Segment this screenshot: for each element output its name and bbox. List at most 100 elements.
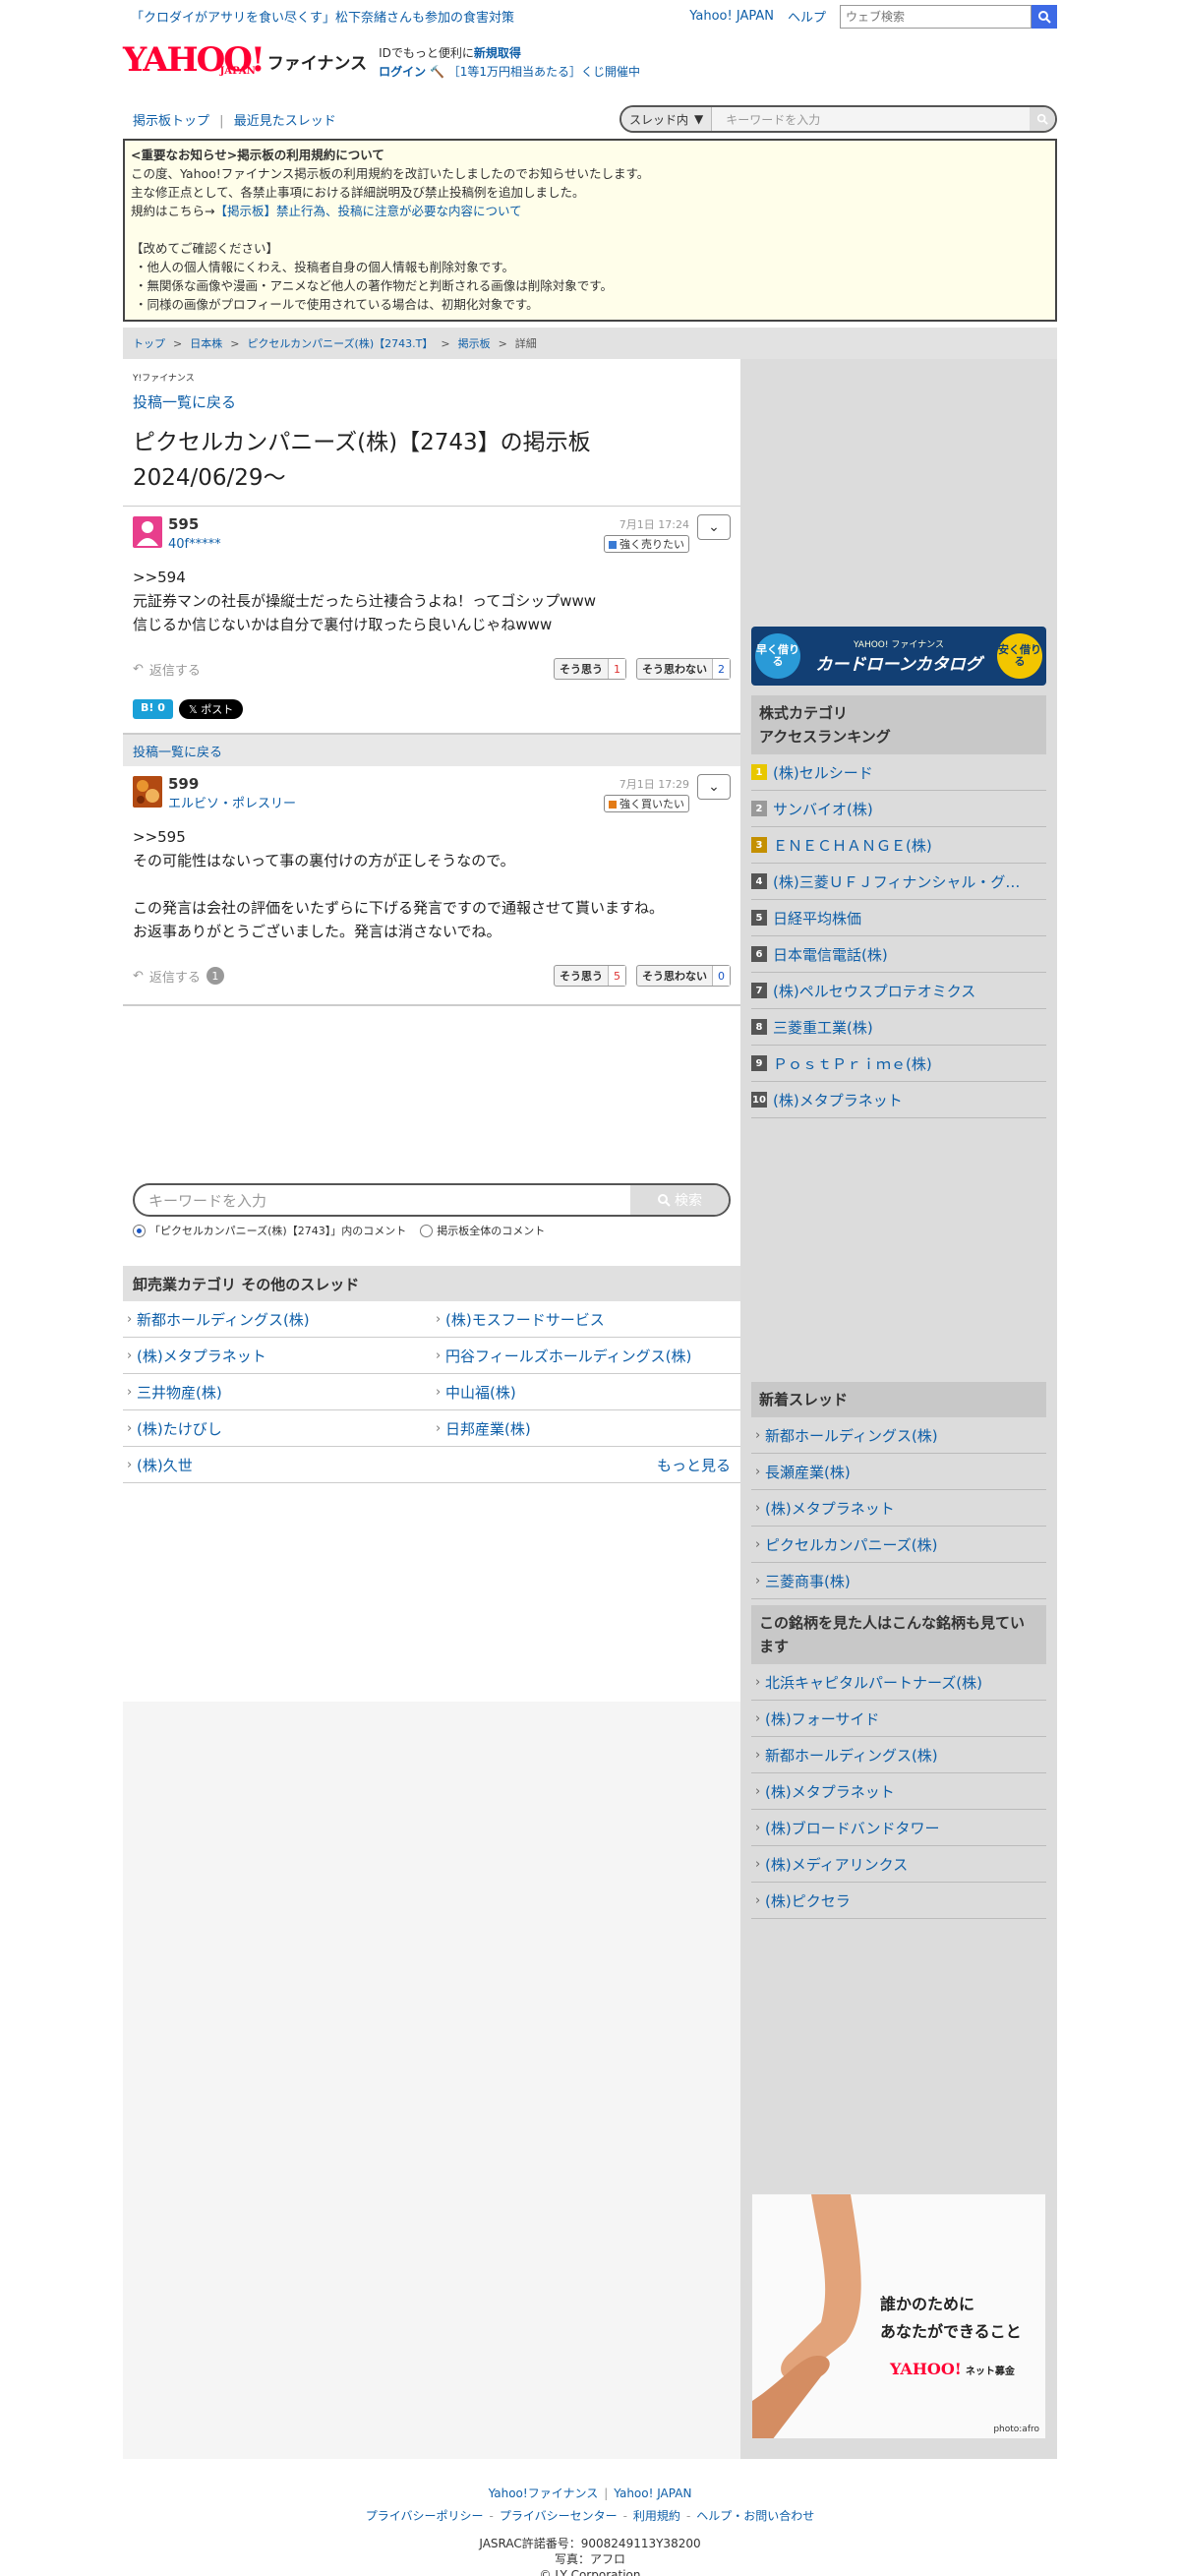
category-item[interactable]: 新都ホールディングス(株) — [123, 1301, 432, 1338]
category-item[interactable]: (株)メタプラネット — [123, 1338, 432, 1374]
crumb-detail: 詳細 — [514, 337, 537, 350]
ranking-item[interactable]: 5 日経平均株価 — [751, 900, 1046, 936]
category-item[interactable]: 円谷フィールズホールディングス(株) — [432, 1338, 740, 1374]
viewed-item[interactable]: (株)フォーサイド — [751, 1701, 1046, 1737]
header: YAHOO! JAPAN ファイナンス IDでもっと便利に新規取得 ログイン 🔨 … — [123, 32, 1057, 99]
ranking-item[interactable]: 4 (株)三菱ＵＦＪフィナンシャル・グ… — [751, 864, 1046, 900]
yahoo-japan-link[interactable]: Yahoo! JAPAN — [689, 9, 774, 24]
ranking-item[interactable]: 8 三菱重工業(株) — [751, 1009, 1046, 1046]
footer-help[interactable]: ヘルプ・お問い合わせ — [696, 2509, 814, 2523]
post-menu-button[interactable]: ⌄ — [697, 774, 731, 800]
footer-privacy-policy[interactable]: プライバシーポリシー — [366, 2509, 484, 2523]
back-to-list-link[interactable]: 投稿一覧に戻る — [133, 384, 731, 412]
avatar[interactable] — [133, 776, 162, 808]
ranking-item[interactable]: 3 ＥＮＥＣＨＡＮＧＥ(株) — [751, 827, 1046, 864]
reply-button[interactable]: ↶ 返信する — [133, 660, 201, 679]
ad-brand: YAHOO! ファイナンス — [853, 640, 944, 650]
footer-yf-link[interactable]: Yahoo!ファイナンス — [489, 2486, 599, 2500]
viewed-item[interactable]: (株)メタプラネット — [751, 1773, 1046, 1810]
ranking-item[interactable]: 6 日本電信電話(株) — [751, 936, 1046, 973]
viewed-item[interactable]: (株)ピクセラ — [751, 1883, 1046, 1919]
donation-ad[interactable]: 誰かのために あなたができること YAHOO! ネット募金 photo:afro — [751, 2193, 1046, 2439]
category-item[interactable]: (株)たけびし — [123, 1410, 432, 1447]
more-link[interactable]: もっと見る — [432, 1447, 740, 1483]
disagree-button[interactable]: そう思わない 0 — [636, 965, 731, 987]
footer-yj-link[interactable]: Yahoo! JAPAN — [614, 2486, 691, 2500]
hatena-bookmark-button[interactable]: B! 0 — [133, 699, 173, 719]
crumb-top[interactable]: トップ — [133, 335, 165, 351]
new-thread-item[interactable]: 長瀬産業(株) — [751, 1454, 1046, 1490]
category-item[interactable]: 日邦産業(株) — [432, 1410, 740, 1447]
yahoo-finance-logo[interactable]: YAHOO! JAPAN ファイナンス — [123, 43, 368, 77]
ranking-item[interactable]: 9 ＰｏｓｔＰｒｉｍｅ(株) — [751, 1046, 1046, 1082]
avatar[interactable] — [133, 516, 162, 548]
thread-search-button[interactable] — [1030, 107, 1055, 131]
page-title: ピクセルカンパニーズ(株)【2743】の掲示板 2024/06/29〜 — [133, 430, 591, 491]
footer-privacy-center[interactable]: プライバシーセンター — [500, 2509, 618, 2523]
reply-button[interactable]: ↶ 返信する 1 — [133, 967, 224, 986]
board-top-link[interactable]: 掲示板トップ — [133, 114, 209, 129]
thread-search-input[interactable]: キーワードを入力 — [712, 111, 1030, 128]
ranking-item[interactable]: 1 (株)セルシード — [751, 754, 1046, 791]
hammer-icon: 🔨 — [429, 65, 444, 79]
scope-select[interactable]: スレッド内 ▼ — [621, 107, 713, 131]
keyword-search-input[interactable]: キーワードを入力 — [135, 1185, 630, 1215]
ranking-list: 1 (株)セルシード 2 サンバイオ(株) 3 ＥＮＥＣＨＡＮＧＥ(株) 4 (株)三菱ＵＦＪ… — [751, 754, 1046, 1118]
category-item[interactable]: (株)モスフードサービス — [432, 1301, 740, 1338]
crumb-jp-stocks[interactable]: 日本株 — [190, 335, 222, 351]
ranking-item[interactable]: 2 サンバイオ(株) — [751, 791, 1046, 827]
reply-count-badge: 1 — [206, 967, 224, 985]
ranking-item[interactable]: 7 (株)ペルセウスプロテオミクス — [751, 973, 1046, 1009]
card-loan-ad[interactable]: 早く借りる YAHOO! ファイナンス カードローンカタログ 安く借りる — [751, 627, 1046, 686]
new-thread-item[interactable]: 新都ホールディングス(株) — [751, 1417, 1046, 1454]
web-search-input[interactable] — [840, 4, 1032, 29]
ranking-item[interactable]: 10 (株)メタプラネット — [751, 1082, 1046, 1118]
radio-all-board[interactable]: 掲示板全体のコメント — [420, 1223, 545, 1238]
footer-terms[interactable]: 利用規約 — [633, 2509, 680, 2523]
viewed-item[interactable]: (株)ブロードバンドタワー — [751, 1810, 1046, 1846]
keyword-search-button[interactable]: 検索 — [630, 1185, 729, 1215]
viewed-item[interactable]: 北浜キャピタルパートナーズ(株) — [751, 1664, 1046, 1701]
radio-this-thread[interactable]: 「ピクセルカンパニーズ(株)【2743】」内のコメント — [133, 1223, 406, 1238]
ranking-item-label: 日本電信電話(株) — [773, 945, 888, 964]
crumb-board[interactable]: 掲示板 — [458, 335, 491, 351]
viewed-item[interactable]: (株)メディアリンクス — [751, 1846, 1046, 1883]
back-to-list-link[interactable]: 投稿一覧に戻る — [133, 742, 222, 760]
post-menu-button[interactable]: ⌄ — [697, 514, 731, 540]
category-item[interactable]: 中山福(株) — [432, 1374, 740, 1410]
ranking-title: 株式カテゴリ アクセスランキング — [751, 695, 1046, 754]
help-link[interactable]: ヘルプ — [788, 7, 826, 26]
post-header: 595 40f***** 7月1日 17:24 強く売りたい ⌄ — [133, 514, 731, 553]
agree-button[interactable]: そう思う 1 — [554, 658, 626, 680]
ranking-item-label: (株)三菱ＵＦＪフィナンシャル・グ… — [773, 872, 1021, 891]
new-thread-item[interactable]: (株)メタプラネット — [751, 1490, 1046, 1527]
signup-link[interactable]: 新規取得 — [474, 46, 521, 60]
x-post-button[interactable]: 𝕏 ポスト — [178, 699, 244, 719]
category-item[interactable]: 三井物産(株) — [123, 1374, 432, 1410]
web-search-button[interactable] — [1032, 4, 1057, 29]
footer-jasrac: JASRAC許諾番号：9008249113Y38200 — [479, 2537, 701, 2550]
new-thread-item[interactable]: 三菱商事(株) — [751, 1563, 1046, 1599]
new-thread-item[interactable]: ピクセルカンパニーズ(株) — [751, 1527, 1046, 1563]
post-user[interactable]: 40f***** — [168, 537, 221, 552]
footer: Yahoo!ファイナンス | Yahoo! JAPAN プライバシーポリシー - プライ… — [123, 2459, 1057, 2576]
radio-label: 「ピクセルカンパニーズ(株)【2743】」内のコメント — [149, 1225, 407, 1237]
viewed-item[interactable]: 新都ホールディングス(株) — [751, 1737, 1046, 1773]
category-item[interactable]: (株)久世 — [123, 1447, 432, 1483]
recent-threads-link[interactable]: 最近見たスレッド — [234, 114, 336, 129]
ranking-item-label: ＥＮＥＣＨＡＮＧＥ(株) — [773, 836, 932, 855]
login-link[interactable]: ログイン — [379, 65, 426, 79]
notice-line: 主な修正点として、各禁止事項における詳細説明及び禁止投稿例を追加しました。 — [131, 185, 585, 200]
logo-finance: ファイナンス — [266, 54, 368, 74]
campaign-link[interactable]: ［1等1万円相当あたる］くじ開催中 — [448, 65, 640, 79]
reply-icon: ↶ — [133, 661, 144, 677]
terms-link[interactable]: 【掲示板】禁止行為、投稿に注意が必要な内容について — [214, 204, 521, 218]
crumb-company[interactable]: ピクセルカンパニーズ(株)【2743.T】 — [247, 335, 433, 351]
agree-button[interactable]: そう思う 5 — [554, 965, 626, 987]
rank-number-badge: 8 — [751, 1019, 767, 1035]
top-news-link[interactable]: 「クロダイがアサリを食い尽くす」松下奈緒さんも参加の食害対策 — [123, 7, 514, 26]
search-icon — [1038, 10, 1051, 24]
disagree-button[interactable]: そう思わない 2 — [636, 658, 731, 680]
post-user[interactable]: エルビソ・ポレスリー — [168, 797, 296, 811]
search-icon — [658, 1194, 671, 1207]
